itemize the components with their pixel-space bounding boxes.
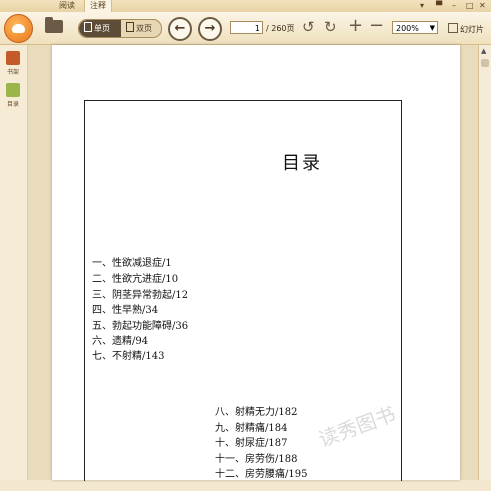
page-title: 目录 <box>282 153 322 174</box>
page-number-input[interactable]: 1 <box>230 21 263 34</box>
sidebar-item-label: 目录 <box>6 101 19 108</box>
toolbar: 单页 双页 ← → 1 / 260页 ↺ ↻ + − 200% ▼ 幻灯片 <box>0 12 491 45</box>
double-page-button[interactable]: 双页 <box>121 20 161 37</box>
sidebar-item-toc[interactable]: 目录 <box>3 83 23 108</box>
scrollbar-thumb[interactable] <box>481 59 489 67</box>
tab-read[interactable]: 阅读 <box>56 0 78 12</box>
close-icon[interactable]: ✕ <box>479 1 486 10</box>
single-page-label: 单页 <box>94 24 110 33</box>
scroll-up-icon[interactable]: ▲ <box>481 47 486 55</box>
toc-entry: 三、阴茎异常勃起/12 <box>92 290 189 301</box>
document-viewport[interactable]: 目录 一、性欲减退症/1 二、性欲亢进症/10 三、阴茎异常勃起/12 四、性早… <box>28 45 478 481</box>
rotate-right-icon[interactable]: ↻ <box>324 20 337 35</box>
maximize-icon[interactable]: □ <box>466 1 474 10</box>
arrow-right-icon: → <box>204 21 216 36</box>
vertical-scrollbar[interactable]: ▲ <box>478 45 491 480</box>
total-pages-label: / 260页 <box>266 24 295 33</box>
open-folder-icon[interactable] <box>45 17 63 33</box>
previous-page-button[interactable]: ← <box>168 17 192 41</box>
slideshow-button[interactable]: 幻灯片 <box>448 23 484 35</box>
restore-icon[interactable]: ▀ <box>436 1 442 10</box>
toc-entry: 四、性早熟/34 <box>92 305 159 316</box>
tab-annotate[interactable]: 注释 <box>84 0 112 12</box>
toc-entry: 十二、房劳腰痛/195 <box>215 469 308 480</box>
toc-entry: 六、遗精/94 <box>92 336 149 347</box>
zoom-out-icon[interactable]: − <box>369 17 384 35</box>
toc-entry: 一、性欲减退症/1 <box>92 258 172 269</box>
toc-entry: 十一、房劳伤/188 <box>215 454 298 465</box>
zoom-in-icon[interactable]: + <box>348 17 363 35</box>
toc-entry: 五、勃起功能障碍/36 <box>92 321 189 332</box>
toc-entry: 十、射尿症/187 <box>215 438 288 449</box>
single-page-button[interactable]: 单页 <box>79 20 121 37</box>
document-page: 目录 一、性欲减退症/1 二、性欲亢进症/10 三、阴茎异常勃起/12 四、性早… <box>52 45 460 481</box>
double-page-icon <box>126 22 134 32</box>
sidebar-item-bookshelf[interactable]: 书架 <box>3 51 23 76</box>
sidebar-item-label: 书架 <box>6 69 19 76</box>
toc-entry: 七、不射精/143 <box>92 351 165 362</box>
toc-icon <box>6 83 20 97</box>
left-sidebar: 书架 目录 <box>0 45 28 480</box>
zoom-select[interactable]: 200% ▼ <box>392 21 438 34</box>
arrow-left-icon: ← <box>174 21 186 36</box>
toc-entry: 八、射精无力/182 <box>215 407 298 418</box>
double-page-label: 双页 <box>136 24 152 33</box>
bookshelf-icon <box>6 51 20 65</box>
next-page-button[interactable]: → <box>198 17 222 41</box>
toc-entry: 二、性欲亢进症/10 <box>92 274 179 285</box>
slideshow-icon <box>448 23 458 33</box>
page-view-toggle: 单页 双页 <box>78 19 162 38</box>
zoom-value: 200% <box>396 24 419 33</box>
settings-icon[interactable]: – <box>452 1 456 10</box>
minimize-icon[interactable]: ▾ <box>420 1 424 10</box>
rotate-left-icon[interactable]: ↺ <box>302 20 315 35</box>
app-logo-icon[interactable] <box>4 14 33 43</box>
slideshow-label: 幻灯片 <box>460 25 484 34</box>
toc-entry: 九、射精痛/184 <box>215 423 288 434</box>
single-page-icon <box>84 22 92 32</box>
chevron-down-icon: ▼ <box>429 24 435 32</box>
